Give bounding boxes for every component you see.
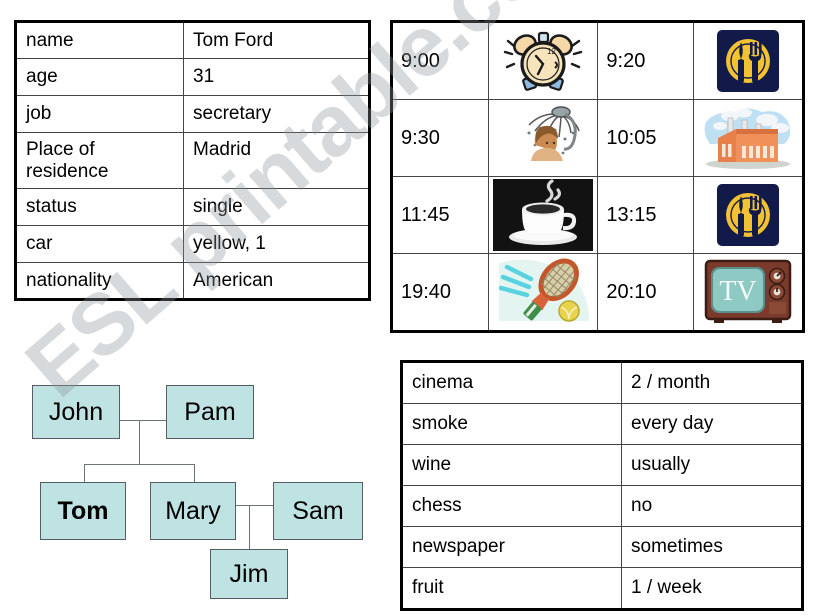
schedule-time: 9:30 (391, 99, 489, 177)
habit-value: 2 / month (621, 361, 803, 404)
connector-to-tom (84, 464, 85, 482)
table-row: wine usually (401, 444, 803, 486)
profile-value: Tom Ford (183, 21, 370, 59)
table-row: 9:00 12 9:20 (391, 21, 804, 100)
connector-to-jim (249, 505, 250, 549)
table-row: 19:40 20:10 TV (391, 253, 804, 332)
table-row: 11:45 13:15 (391, 176, 804, 254)
family-node-jim[interactable]: Jim (210, 549, 288, 599)
cutlery-restaurant-icon (694, 177, 802, 253)
habit-value: 1 / week (621, 567, 803, 610)
habit-value: no (621, 485, 803, 527)
profile-value: 31 (183, 58, 370, 96)
profile-value: secretary (183, 95, 370, 133)
table-row: job secretary (15, 95, 370, 133)
table-row: chess no (401, 485, 803, 527)
schedule-activity-cell (487, 99, 599, 177)
table-row: cinema 2 / month (401, 361, 803, 404)
family-node-john[interactable]: John (32, 385, 120, 439)
profile-value: American (183, 262, 370, 300)
schedule-activity-cell (487, 253, 599, 332)
schedule-activity-cell: 12 (487, 21, 599, 100)
schedule-activity-cell: TV (693, 253, 804, 332)
family-node-mary[interactable]: Mary (150, 482, 236, 540)
family-node-label: John (48, 397, 104, 426)
alarm-clock-icon: 12 (489, 23, 598, 99)
coffee-cup-icon (489, 177, 598, 253)
habit-key: wine (401, 444, 622, 486)
table-row: age 31 (15, 58, 370, 96)
table-row: newspaper sometimes (401, 526, 803, 568)
family-node-label: Jim (229, 559, 269, 588)
schedule-activity-cell (693, 176, 804, 254)
table-row: nationality American (15, 262, 370, 300)
family-node-tom[interactable]: Tom (40, 482, 126, 540)
profile-key: job (15, 95, 184, 133)
schedule-time: 11:45 (391, 176, 489, 254)
svg-text:12: 12 (547, 47, 556, 56)
tv-screen-label: TV (719, 276, 756, 307)
worksheet-page: name Tom Ford age 31 job secretary Place… (0, 0, 821, 616)
schedule-activity-cell (693, 99, 804, 177)
table-row: car yellow, 1 (15, 225, 370, 263)
habit-value: every day (621, 403, 803, 445)
habits-frequency-table: cinema 2 / month smoke every day wine us… (400, 360, 804, 611)
table-row: name Tom Ford (15, 21, 370, 59)
habit-value: usually (621, 444, 803, 486)
profile-value: single (183, 188, 370, 226)
connector-to-mary (194, 464, 195, 482)
connector-children-bar (84, 464, 194, 465)
tennis-racket-icon (489, 254, 598, 330)
profile-key: name (15, 21, 184, 59)
profile-value: Madrid (183, 132, 370, 189)
family-node-sam[interactable]: Sam (273, 482, 363, 540)
family-node-label: Tom (57, 496, 109, 525)
family-node-pam[interactable]: Pam (166, 385, 254, 439)
profile-key: status (15, 188, 184, 226)
table-row: 9:30 10:05 (391, 99, 804, 177)
table-row: Place of residence Madrid (15, 132, 370, 189)
habit-key: smoke (401, 403, 622, 445)
profile-key: age (15, 58, 184, 96)
schedule-time: 9:20 (597, 21, 695, 100)
connector-john-pam (119, 420, 167, 421)
profile-table: name Tom Ford age 31 job secretary Place… (14, 20, 371, 301)
table-row: fruit 1 / week (401, 567, 803, 610)
schedule-time: 13:15 (597, 176, 695, 254)
schedule-time: 19:40 (391, 253, 489, 332)
profile-key: nationality (15, 262, 184, 300)
television-icon: TV (694, 254, 802, 330)
habit-value: sometimes (621, 526, 803, 568)
connector-parents-down (139, 420, 140, 464)
schedule-activity-cell (693, 21, 804, 100)
schedule-time: 9:00 (391, 21, 489, 100)
family-node-label: Mary (165, 496, 221, 525)
family-tree-diagram: John Pam Tom Mary Sam Jim (14, 375, 374, 605)
habit-key: cinema (401, 361, 622, 404)
cutlery-restaurant-icon (694, 23, 802, 99)
daily-schedule-table: 9:00 12 9:20 9:30 10:05 11:45 13:15 19:4… (390, 20, 805, 333)
habit-key: newspaper (401, 526, 622, 568)
profile-key: car (15, 225, 184, 263)
shower-icon (489, 100, 598, 176)
profile-key: Place of residence (15, 132, 184, 189)
schedule-time: 20:10 (597, 253, 695, 332)
table-row: status single (15, 188, 370, 226)
schedule-time: 10:05 (597, 99, 695, 177)
profile-value: yellow, 1 (183, 225, 370, 263)
family-node-label: Sam (292, 496, 344, 525)
schedule-activity-cell (487, 176, 599, 254)
habit-key: chess (401, 485, 622, 527)
family-node-label: Pam (184, 397, 236, 426)
habit-key: fruit (401, 567, 622, 610)
factory-icon (694, 100, 802, 176)
table-row: smoke every day (401, 403, 803, 445)
